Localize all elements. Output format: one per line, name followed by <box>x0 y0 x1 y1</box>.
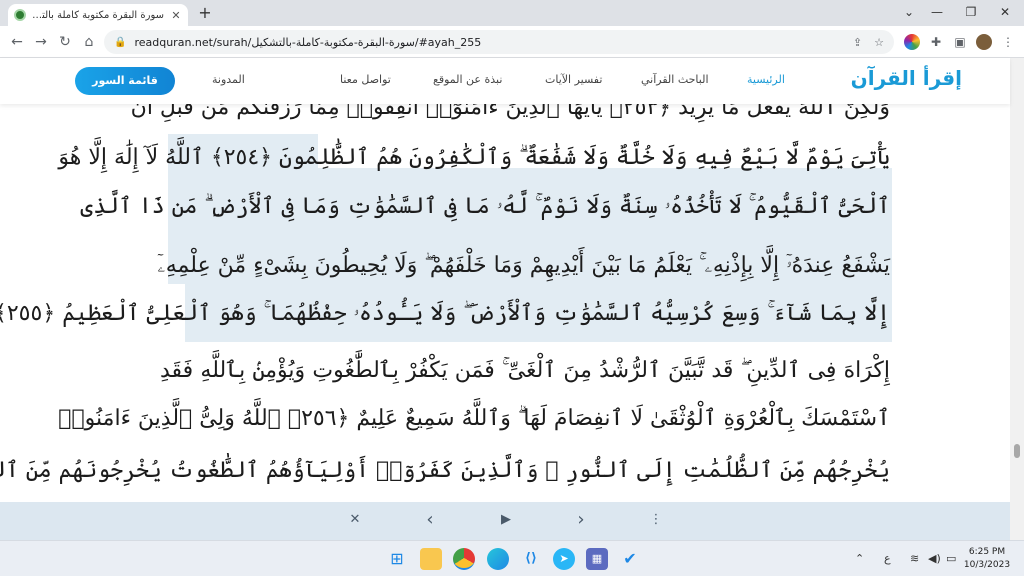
browser-toolbar: ← → ↻ ⌂ 🔒 readquran.net/surah/سورة-البقر… <box>0 26 1024 58</box>
player-next-icon[interactable]: › <box>573 511 589 529</box>
new-tab-button[interactable]: + <box>196 4 214 22</box>
sidepanel-icon[interactable]: ▣ <box>952 34 968 50</box>
site-logo[interactable]: إقرأ القرآن <box>832 66 962 90</box>
audio-player-bar: ✕ ‹ ▶ › ⋮ <box>0 502 1010 540</box>
nav-home[interactable]: الرئيسية <box>747 73 785 86</box>
url-text[interactable]: readquran.net/surah/سورة-البقرة-مكتوبة-ك… <box>134 36 840 49</box>
player-menu-icon[interactable]: ⋮ <box>648 512 664 528</box>
profile-avatar[interactable] <box>976 34 992 50</box>
telegram-icon[interactable]: ➤ <box>553 548 575 570</box>
volume-icon[interactable]: ◀) <box>928 552 941 565</box>
tray-language[interactable]: ع <box>884 552 891 565</box>
player-play-icon[interactable]: ▶ <box>498 512 514 528</box>
restore-icon[interactable]: ❐ <box>962 4 980 20</box>
clock-date: 10/3/2023 <box>963 560 1011 570</box>
store-icon[interactable]: ▦ <box>586 548 608 570</box>
extensions-puzzle-icon[interactable]: ✚ <box>928 34 944 50</box>
address-bar[interactable]: 🔒 readquran.net/surah/سورة-البقرة-مكتوبة… <box>104 30 894 54</box>
chrome-menu-icon[interactable]: ⋮ <box>1000 34 1016 50</box>
chrome-taskbar-icon[interactable] <box>453 548 475 570</box>
tab-search-icon[interactable]: ⌄ <box>900 4 918 20</box>
bookmark-star-icon[interactable]: ☆ <box>874 36 884 49</box>
quran-line: يُخْرِجُهُم مِّنَ ٱلظُّلُمَٰتِ إِلَى ٱلن… <box>0 458 890 483</box>
clock-time: 6:25 PM <box>968 547 1006 557</box>
quran-line: إِلَّا بِمَا شَآءَ ۚ وَسِعَ كُرْسِيُّهُ … <box>0 301 890 326</box>
forward-icon[interactable]: → <box>32 33 50 51</box>
minimize-icon[interactable]: — <box>928 4 946 20</box>
wifi-icon[interactable]: ≋ <box>910 552 919 565</box>
back-icon[interactable]: ← <box>8 33 26 51</box>
quran-line: يَأْتِىَ يَوْمٌ لَّا بَيْعٌ فِيهِ وَلَا … <box>58 145 890 170</box>
nav-about[interactable]: نبذة عن الموقع <box>433 73 502 86</box>
windows-taskbar: ⊞ ⟨⟩ ➤ ▦ ✔ ⌃ ع ≋ ◀) ▭ 6:25 PM 10/3/2023 <box>0 540 1024 576</box>
tray-chevron-up-icon[interactable]: ⌃ <box>855 552 864 565</box>
quran-line: ٱسْتَمْسَكَ بِٱلْعُرْوَةِ ٱلْوُثْقَىٰ لَ… <box>58 406 890 431</box>
battery-icon[interactable]: ▭ <box>946 552 956 565</box>
scrollbar-thumb[interactable] <box>1014 444 1020 458</box>
nav-quran-researcher[interactable]: الباحث القرآني <box>641 73 709 86</box>
file-explorer-icon[interactable] <box>420 548 442 570</box>
quran-line: وَلَٰكِنَّ ٱللَّهَ يَفْعَلُ مَا يُرِيدُ … <box>130 104 890 120</box>
start-windows-icon[interactable]: ⊞ <box>386 548 408 570</box>
browser-tabstrip: سورة البقرة مكتوبة كاملة بالتشكيل ✕ + ⌄ … <box>0 0 1024 26</box>
quran-line: ٱلْحَىُّ ٱلْقَيُّومُ ۚ لَا تَأْخُذُهُۥ س… <box>80 194 890 219</box>
tab-close-icon[interactable]: ✕ <box>170 9 182 22</box>
quran-line: يَشْفَعُ عِندَهُۥٓ إِلَّا بِإِذْنِهِۦ ۚ … <box>157 253 890 278</box>
surah-list-button[interactable]: قائمة السور <box>75 67 175 95</box>
lock-icon[interactable]: 🔒 <box>114 37 126 48</box>
edge-icon[interactable] <box>487 548 509 570</box>
todo-check-icon[interactable]: ✔ <box>619 548 641 570</box>
browser-tab[interactable]: سورة البقرة مكتوبة كاملة بالتشكيل ✕ <box>8 4 188 26</box>
nav-contact[interactable]: تواصل معنا <box>340 73 391 86</box>
player-close-icon[interactable]: ✕ <box>347 512 363 528</box>
reload-icon[interactable]: ↻ <box>56 33 74 51</box>
home-icon[interactable]: ⌂ <box>80 33 98 51</box>
page-scrollbar[interactable] <box>1010 58 1024 540</box>
color-extension-icon[interactable] <box>904 34 920 50</box>
tab-title: سورة البقرة مكتوبة كاملة بالتشكيل <box>32 9 164 21</box>
quran-line: إِكْرَاهَ فِى ٱلدِّينِ ۖ قَد تَّبَيَّنَ … <box>160 358 890 383</box>
taskbar-clock[interactable]: 6:25 PM 10/3/2023 <box>960 546 1014 572</box>
close-window-icon[interactable]: ✕ <box>996 4 1014 20</box>
site-favicon-icon <box>14 9 26 21</box>
share-icon[interactable]: ⇪ <box>853 36 862 49</box>
vscode-icon[interactable]: ⟨⟩ <box>520 548 542 570</box>
nav-blog[interactable]: المدونة <box>212 73 245 86</box>
player-prev-icon[interactable]: ‹ <box>422 511 438 529</box>
nav-tafsir[interactable]: تفسير الآيات <box>545 73 602 86</box>
quran-content: وَلَٰكِنَّ ٱللَّهَ يَفْعَلُ مَا يُرِيدُ … <box>0 104 1010 502</box>
site-header: إقرأ القرآن الرئيسية الباحث القرآني تفسي… <box>0 58 1010 104</box>
